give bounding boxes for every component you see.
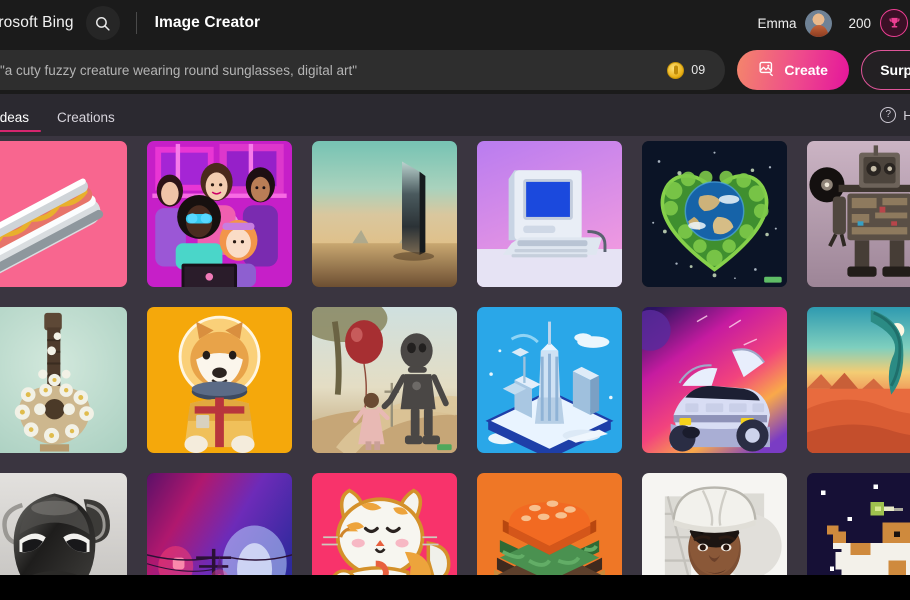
tile-astronaut-shiba[interactable]: [147, 307, 292, 453]
tab-creations-label: Creations: [57, 110, 115, 125]
tile-isometric-city[interactable]: [477, 307, 622, 453]
tile-retro-computer[interactable]: [477, 141, 622, 287]
question-circle-icon: ?: [880, 107, 897, 123]
prompt-bar: 09 Create Surprise: [0, 46, 910, 94]
tab-creations[interactable]: Creations: [43, 110, 129, 136]
user-name-label: Emma: [757, 15, 797, 31]
rewards-area[interactable]: 200: [848, 9, 908, 37]
image-create-icon: [758, 60, 775, 80]
boost-count-label: 09: [691, 63, 706, 77]
create-button-label: Create: [784, 62, 828, 78]
help-button[interactable]: ? Help: [880, 107, 910, 123]
header-divider: [135, 12, 137, 34]
prompt-field[interactable]: 09: [0, 50, 726, 90]
tab-list: Ideas Creations: [0, 94, 129, 136]
idea-gallery: [0, 136, 910, 594]
tile-chrome-hotdog[interactable]: [0, 141, 127, 287]
surprise-me-button[interactable]: Surprise: [861, 50, 910, 90]
tile-desert-arch[interactable]: [807, 307, 910, 453]
idea-grid: [0, 136, 910, 594]
tile-earth-heart[interactable]: [642, 141, 787, 287]
tile-scrap-robot[interactable]: [807, 141, 910, 287]
prompt-input[interactable]: [0, 62, 654, 78]
create-button[interactable]: Create: [737, 50, 850, 90]
tile-synthwave-delorean[interactable]: [642, 307, 787, 453]
surprise-button-label: Surprise: [880, 62, 910, 78]
image-creator-app: Microsoft Bing Image Creator Emma 200: [0, 0, 910, 600]
bottom-bar: [0, 575, 910, 600]
tab-ideas-label: Ideas: [0, 110, 30, 125]
user-account[interactable]: Emma: [757, 9, 833, 37]
rewards-count-label: 200: [848, 15, 871, 31]
tab-bar: Ideas Creations ? Help: [0, 94, 910, 136]
tile-women-tech[interactable]: [147, 141, 292, 287]
search-button[interactable]: [85, 6, 120, 40]
tile-flower-guitar[interactable]: [0, 307, 127, 453]
tile-girl-robot-balloon[interactable]: [312, 307, 457, 453]
boost-counter: 09: [653, 61, 725, 79]
page-title: Image Creator: [154, 14, 261, 31]
top-header: Microsoft Bing Image Creator Emma 200: [0, 0, 910, 46]
trophy-icon[interactable]: [880, 9, 908, 37]
help-label: Help: [903, 107, 910, 123]
tile-desert-monolith[interactable]: [312, 141, 457, 287]
avatar[interactable]: [805, 9, 833, 37]
coin-icon: [667, 61, 685, 79]
tab-ideas[interactable]: Ideas: [0, 110, 43, 136]
search-icon: [94, 15, 111, 32]
bing-brand-label[interactable]: Microsoft Bing: [0, 14, 74, 32]
